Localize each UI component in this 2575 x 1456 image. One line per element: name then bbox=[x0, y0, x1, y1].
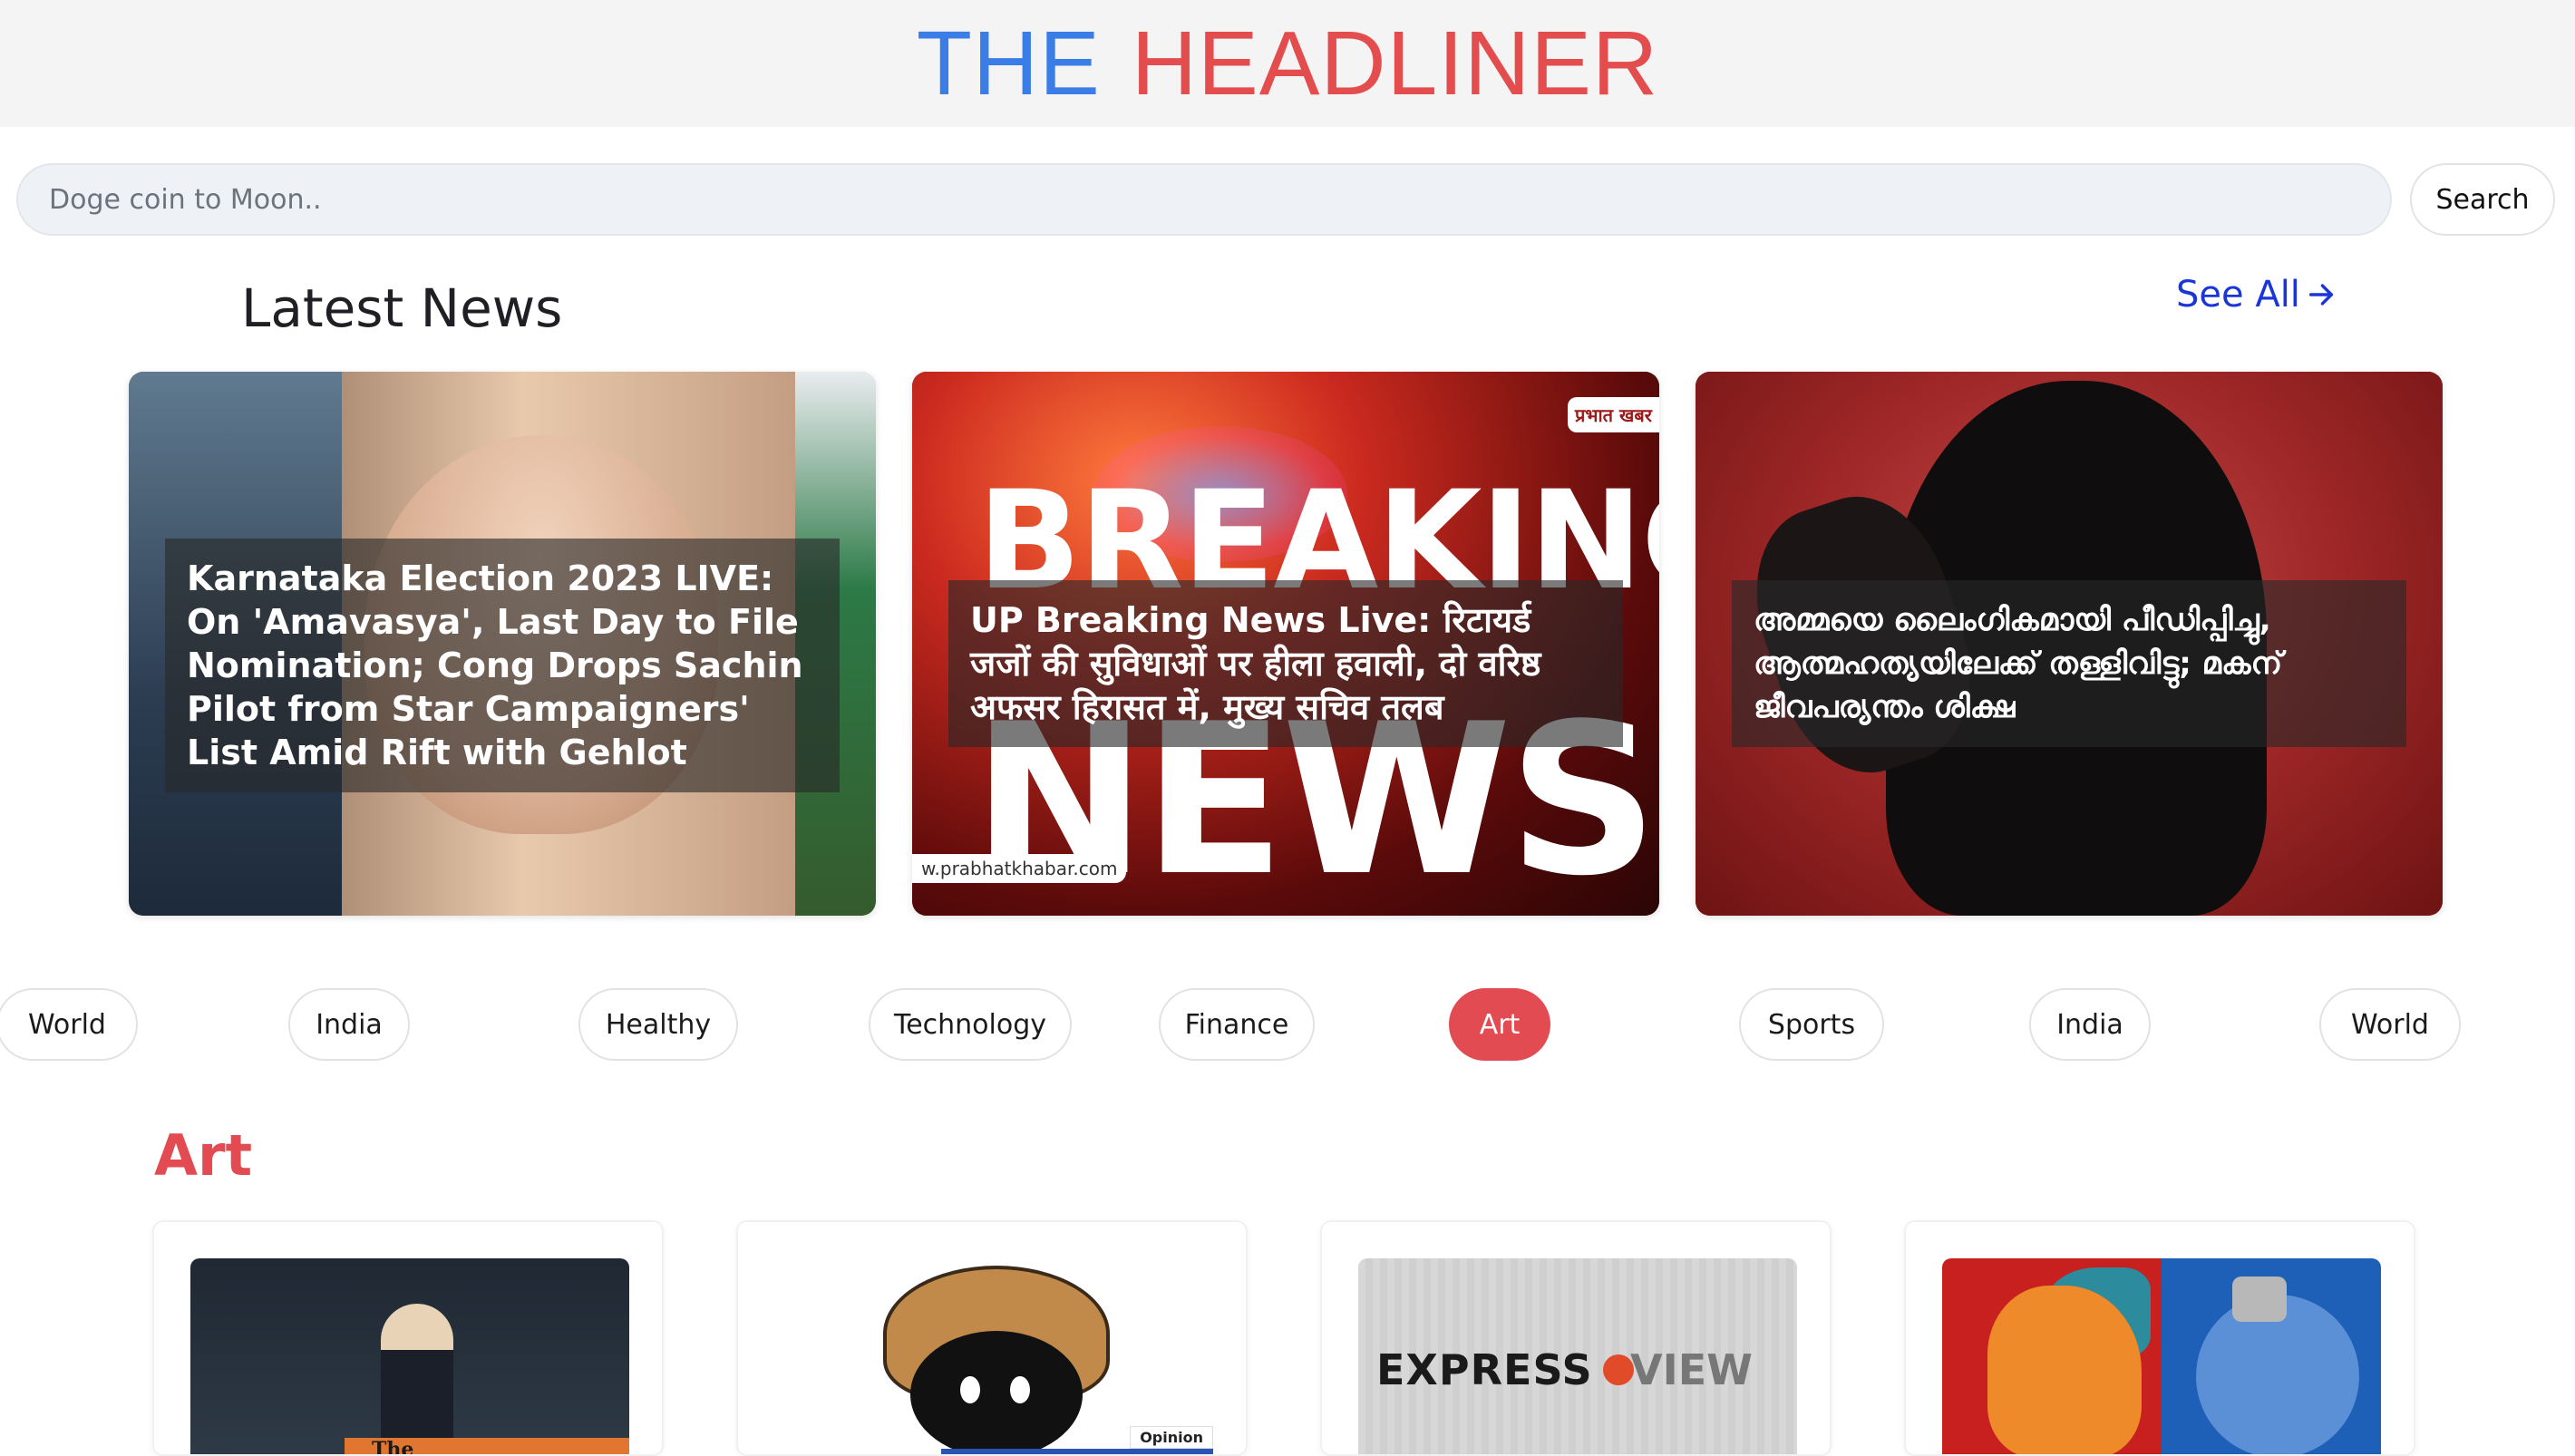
see-all-label: See All bbox=[2176, 274, 2300, 315]
category-chip-technology[interactable]: Technology bbox=[869, 988, 1072, 1061]
article-card[interactable]: Opinion bbox=[736, 1220, 1248, 1456]
article-image: EXPRESS VIEW bbox=[1358, 1258, 1797, 1454]
article-image: The bbox=[190, 1258, 629, 1456]
category-chip-sports[interactable]: Sports bbox=[1739, 988, 1884, 1061]
image-text-express: EXPRESS bbox=[1376, 1345, 1593, 1394]
category-chip-world[interactable]: World bbox=[0, 988, 138, 1061]
article-card[interactable]: The bbox=[152, 1220, 664, 1456]
site-header: THE HEADLINER bbox=[0, 0, 2575, 127]
news-card[interactable]: BREAKING NEWS प्रभात खबर w.prabhatkhabar… bbox=[912, 372, 1659, 916]
search-button[interactable]: Search bbox=[2410, 163, 2555, 236]
article-image: Opinion bbox=[774, 1258, 1213, 1454]
news-card[interactable]: അമ്മയെ ലൈംഗികമായി പീഡിപ്പിച്ചു, ആത്മഹത്യ… bbox=[1696, 372, 2443, 916]
section-title: Art bbox=[154, 1122, 253, 1189]
publisher-logo: प्रभात खबर bbox=[1568, 397, 1659, 432]
category-chip-india-2[interactable]: India bbox=[2029, 988, 2151, 1061]
category-chip-world-2[interactable]: World bbox=[2319, 988, 2461, 1061]
news-card-headline: UP Breaking News Live: रिटायर्ड जजों की … bbox=[948, 580, 1623, 747]
arrow-right-icon bbox=[2308, 284, 2333, 306]
brand-word-the: THE bbox=[916, 13, 1101, 114]
news-card[interactable]: Karnataka Election 2023 LIVE: On 'Amavas… bbox=[129, 372, 876, 916]
category-chip-finance[interactable]: Finance bbox=[1159, 988, 1315, 1061]
image-caption-text: The bbox=[372, 1438, 414, 1456]
category-chip-healthy[interactable]: Healthy bbox=[578, 988, 738, 1061]
brand-word-headliner: HEADLINER bbox=[1131, 13, 1659, 114]
article-image bbox=[1942, 1258, 2381, 1454]
see-all-link[interactable]: See All bbox=[2176, 274, 2337, 315]
news-card-headline: Karnataka Election 2023 LIVE: On 'Amavas… bbox=[165, 539, 840, 792]
opinion-tag: Opinion bbox=[1130, 1426, 1213, 1449]
site-logo[interactable]: THE HEADLINER bbox=[917, 18, 1658, 109]
article-card[interactable] bbox=[1904, 1220, 2415, 1456]
category-chip-art[interactable]: Art bbox=[1449, 988, 1550, 1061]
news-card-headline: അമ്മയെ ലൈംഗികമായി പീഡിപ്പിച്ചു, ആത്മഹത്യ… bbox=[1732, 580, 2406, 747]
search-input[interactable] bbox=[16, 163, 2392, 236]
image-text-view: VIEW bbox=[1630, 1345, 1753, 1394]
publisher-url: w.prabhatkhabar.com bbox=[912, 854, 1127, 883]
article-card[interactable]: EXPRESS VIEW bbox=[1320, 1220, 1832, 1456]
category-chip-india[interactable]: India bbox=[288, 988, 410, 1061]
latest-news-heading: Latest News bbox=[241, 277, 563, 339]
